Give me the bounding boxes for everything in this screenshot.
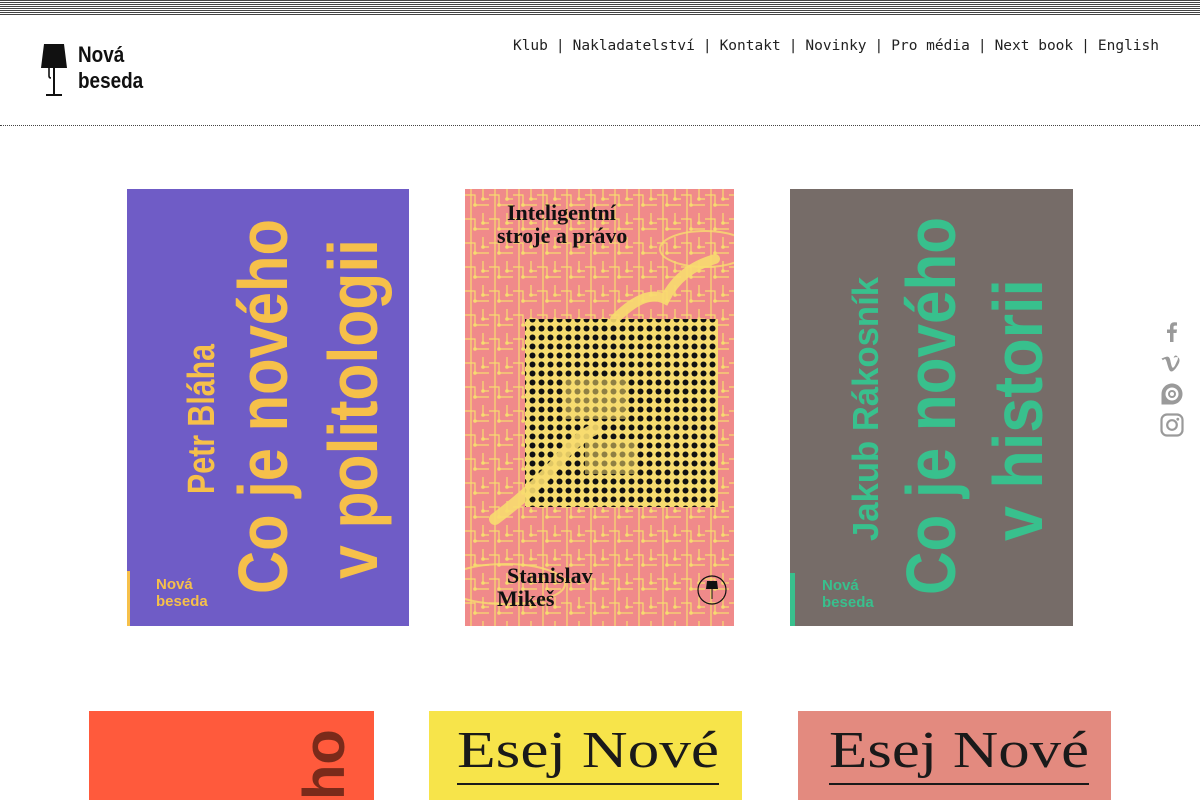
book-cover-politologie[interactable]: Petr Bláha Co je nového v politologii No… <box>127 189 409 626</box>
cover-partial-text1: ho <box>292 729 357 800</box>
facebook-link[interactable] <box>1160 320 1184 344</box>
book-cover-art: Inteligentní stroje a právo Stanislav Mi… <box>465 189 734 626</box>
brand-line2: beseda <box>78 68 144 93</box>
nav-separator: | <box>788 38 798 54</box>
nav-separator: | <box>977 38 987 54</box>
book-cover-art: Esej Nové <box>798 711 1111 800</box>
cover-title-line1: Esej Nové <box>829 722 1089 779</box>
cover-title-line1: Inteligentní <box>507 200 617 225</box>
cover-title-line1: Co je nového <box>224 219 302 594</box>
book-cover-art: Esej Nové <box>429 711 742 800</box>
cover-title-line2: stroje a právo <box>497 223 627 248</box>
book-cover-art: Petr Bláha Co je nového v politologii No… <box>127 189 409 626</box>
cover-imprint-line1: Nová <box>156 576 193 593</box>
cover-author: Petr Bláha <box>181 343 223 494</box>
cover-imprint-line1: Nová <box>822 577 859 594</box>
nav-link-klub[interactable]: Klub <box>513 38 548 54</box>
brand-name: Nová beseda <box>78 42 143 94</box>
book-cover-orange-partial[interactable]: ho n <box>89 711 374 800</box>
book-cover-inteligentni-stroje[interactable]: Inteligentní stroje a právo Stanislav Mi… <box>465 189 734 626</box>
cover-author-line2: Mikeš <box>497 586 555 611</box>
vimeo-link[interactable] <box>1160 351 1184 375</box>
main-nav: Klub | Nakladatelství | Kontakt | Novinky | Pro … <box>513 38 1159 54</box>
instagram-icon <box>1160 413 1184 437</box>
cover-imprint-line2: beseda <box>822 594 874 611</box>
nav-link-pro-media[interactable]: Pro média <box>891 38 970 54</box>
book-cover-historie[interactable]: Jakub Rákosník Co je nového v historii N… <box>790 189 1073 626</box>
lamp-icon <box>41 44 67 96</box>
nav-link-nakladatelstvi[interactable]: Nakladatelství <box>573 38 695 54</box>
cover-title-line1: Esej Nové <box>457 722 719 779</box>
cover-accent-bar <box>127 571 130 626</box>
nav-separator: | <box>555 38 565 54</box>
nav-separator: | <box>702 38 712 54</box>
nav-link-next-book[interactable]: Next book <box>995 38 1074 54</box>
facebook-icon <box>1167 322 1177 342</box>
social-links <box>1160 320 1184 444</box>
cover-accent-bar <box>790 573 795 626</box>
book-cover-esej-yellow[interactable]: Esej Nové <box>429 711 742 800</box>
brand-line1: Nová <box>78 42 125 67</box>
nav-link-english[interactable]: English <box>1098 38 1159 54</box>
lamp-icon <box>706 581 718 589</box>
nav-link-novinky[interactable]: Novinky <box>805 38 866 54</box>
top-stripe-decoration <box>0 0 1200 16</box>
cover-title-line2: v historii <box>979 279 1057 541</box>
nav-link-kontakt[interactable]: Kontakt <box>720 38 781 54</box>
book-cover-esej-pink[interactable]: Esej Nové <box>798 711 1111 800</box>
book-cover-art: ho n <box>89 711 374 800</box>
issuu-link[interactable] <box>1160 382 1184 406</box>
cover-author-line1: Stanislav <box>507 563 593 588</box>
cover-title-line2: v politologii <box>314 239 392 579</box>
nav-separator: | <box>1081 38 1090 54</box>
cover-author: Jakub Rákosník <box>845 276 886 541</box>
instagram-link[interactable] <box>1160 413 1184 437</box>
site-header: Nová beseda Klub | Nakladatelství | Kontakt |… <box>0 16 1200 126</box>
book-cover-art: Jakub Rákosník Co je nového v historii N… <box>790 189 1073 626</box>
nav-separator: | <box>874 38 884 54</box>
issuu-icon <box>1161 383 1183 405</box>
cover-title-line1: Co je nového <box>892 217 970 595</box>
logo-link[interactable]: Nová beseda <box>40 42 160 100</box>
cover-imprint-line2: beseda <box>156 593 208 610</box>
vimeo-icon <box>1161 355 1180 372</box>
